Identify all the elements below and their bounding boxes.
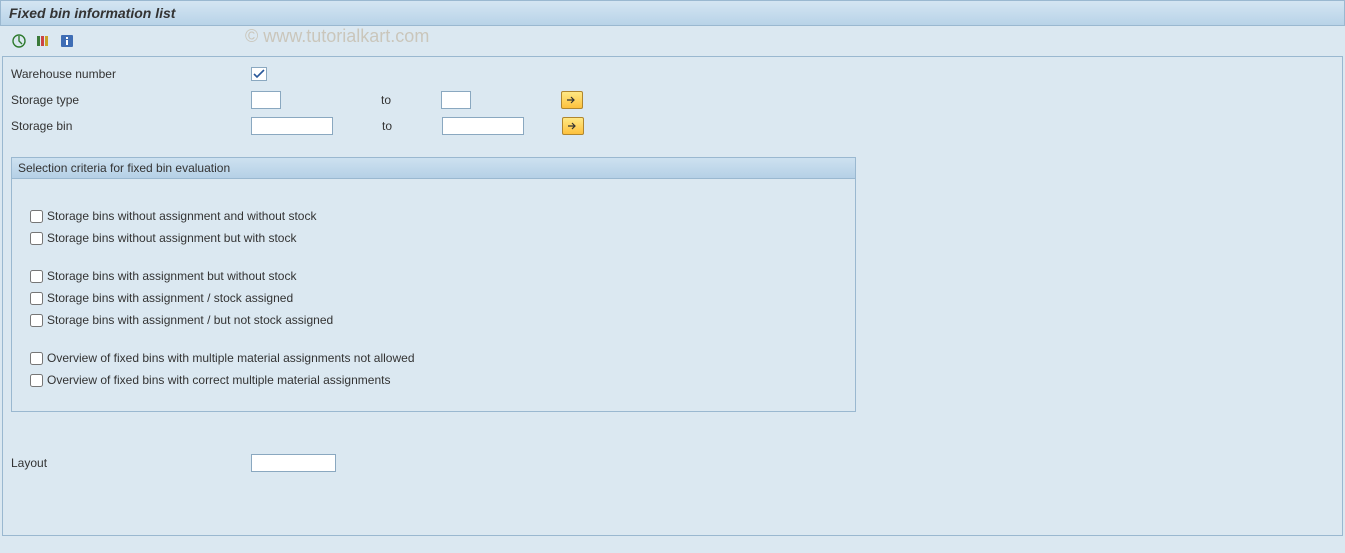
input-storage-bin-to[interactable] — [442, 117, 524, 135]
info-icon[interactable] — [58, 32, 76, 50]
chk-with-assign-without-stock[interactable] — [30, 270, 43, 283]
input-layout[interactable] — [251, 454, 336, 472]
label-storage-bin-to: to — [382, 119, 442, 133]
content-area: Warehouse number Storage type to Storage… — [2, 56, 1343, 536]
chk-row-without-assign-without-stock: Storage bins without assignment and with… — [30, 207, 837, 225]
input-storage-type-to[interactable] — [441, 91, 471, 109]
field-warehouse-number[interactable] — [251, 67, 267, 81]
input-storage-bin-from[interactable] — [251, 117, 333, 135]
chk-label-6: Overview of fixed bins with multiple mat… — [47, 351, 415, 365]
watermark-text: © www.tutorialkart.com — [245, 26, 429, 47]
chk-row-multi-mat-not-allowed: Overview of fixed bins with multiple mat… — [30, 349, 837, 367]
label-storage-type-to: to — [381, 93, 441, 107]
multiselect-storage-bin[interactable] — [562, 117, 584, 135]
chk-row-with-assign-stock-assigned: Storage bins with assignment / stock ass… — [30, 289, 837, 307]
multiselect-storage-type[interactable] — [561, 91, 583, 109]
chk-multi-mat-correct[interactable] — [30, 374, 43, 387]
chk-label-5: Storage bins with assignment / but not s… — [47, 313, 333, 327]
chk-label-2: Storage bins without assignment but with… — [47, 231, 296, 245]
chk-with-assign-stock-assigned[interactable] — [30, 292, 43, 305]
chk-label-1: Storage bins without assignment and with… — [47, 209, 316, 223]
label-storage-bin: Storage bin — [11, 119, 251, 133]
group-body: Storage bins without assignment and with… — [12, 179, 855, 411]
execute-icon[interactable] — [10, 32, 28, 50]
label-storage-type: Storage type — [11, 93, 251, 107]
row-layout: Layout — [11, 452, 1334, 474]
chk-row-with-assign-without-stock: Storage bins with assignment but without… — [30, 267, 837, 285]
chk-row-without-assign-with-stock: Storage bins without assignment but with… — [30, 229, 837, 247]
row-storage-bin: Storage bin to — [11, 115, 1334, 137]
chk-multi-mat-not-allowed[interactable] — [30, 352, 43, 365]
toolbar: © www.tutorialkart.com — [0, 26, 1345, 56]
label-layout: Layout — [11, 456, 251, 470]
row-warehouse-number: Warehouse number — [11, 63, 1334, 85]
chk-row-with-assign-not-stock-assigned: Storage bins with assignment / but not s… — [30, 311, 837, 329]
group-header: Selection criteria for fixed bin evaluat… — [12, 158, 855, 179]
chk-without-assign-without-stock[interactable] — [30, 210, 43, 223]
row-storage-type: Storage type to — [11, 89, 1334, 111]
chk-without-assign-with-stock[interactable] — [30, 232, 43, 245]
chk-label-4: Storage bins with assignment / stock ass… — [47, 291, 293, 305]
group-selection-criteria: Selection criteria for fixed bin evaluat… — [11, 157, 856, 412]
variants-icon[interactable] — [34, 32, 52, 50]
chk-with-assign-not-stock-assigned[interactable] — [30, 314, 43, 327]
chk-label-7: Overview of fixed bins with correct mult… — [47, 373, 390, 387]
chk-row-multi-mat-correct: Overview of fixed bins with correct mult… — [30, 371, 837, 389]
page-title: Fixed bin information list — [0, 0, 1345, 26]
input-storage-type-from[interactable] — [251, 91, 281, 109]
label-warehouse-number: Warehouse number — [11, 67, 251, 81]
chk-label-3: Storage bins with assignment but without… — [47, 269, 296, 283]
